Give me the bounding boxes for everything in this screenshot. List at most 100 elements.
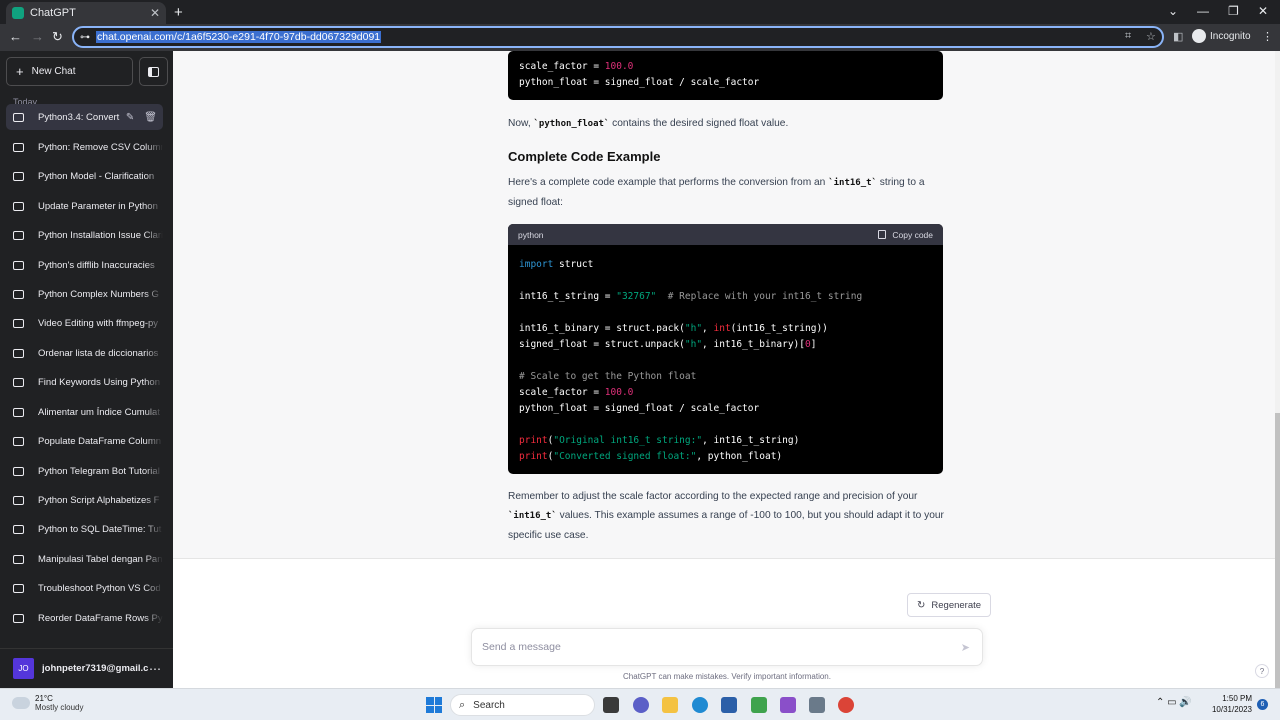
conversation-title: Troubleshoot Python VS Cod <box>38 582 161 594</box>
more-options-icon[interactable]: ⋯ <box>149 662 161 676</box>
chat-bubble-icon <box>13 613 24 623</box>
forward-icon[interactable]: → <box>31 29 44 44</box>
send-icon[interactable]: ➤ <box>961 641 970 654</box>
code-header: python Copy code <box>508 224 943 245</box>
edge-browser-icon[interactable] <box>692 697 708 713</box>
edit-icon[interactable]: ✎ <box>126 112 134 123</box>
new-chat-button[interactable]: + New Chat <box>6 57 133 86</box>
conversation-item[interactable]: Troubleshoot Python VS Cod <box>6 575 163 601</box>
code-line: print("Original int16_t string:", int16_… <box>519 435 799 446</box>
side-panel-icon[interactable]: ◧ <box>1173 30 1183 43</box>
clock[interactable]: 1:50 PM 10/31/2023 <box>1210 693 1252 715</box>
reload-icon[interactable]: ↻ <box>52 29 63 45</box>
file-explorer-icon[interactable] <box>662 697 678 713</box>
conversation-title: Python3.4: Convert int <box>38 111 122 123</box>
conversation-item[interactable]: Alimentar um Índice Cumulat <box>6 399 163 425</box>
conversation-title: Find Keywords Using Python <box>38 376 160 388</box>
notification-badge[interactable]: 6 <box>1257 699 1268 710</box>
conversation-item[interactable]: Python to SQL DateTime: Tut <box>6 516 163 542</box>
conversation-item[interactable]: Python: Remove CSV Column <box>6 134 163 160</box>
conversation-item[interactable]: Ordenar lista de diccionarios <box>6 340 163 366</box>
clipboard-icon <box>878 230 887 239</box>
conversation-title: Ordenar lista de diccionarios <box>38 347 159 359</box>
windows-taskbar: 21°C Mostly cloudy ⌕ Search ⌃ ▭ 🔊 1:50 P… <box>0 688 1280 720</box>
copy-code-button[interactable]: Copy code <box>878 230 933 240</box>
chat-bubble-icon <box>13 318 24 328</box>
bookmark-star-icon[interactable]: ☆ <box>1146 30 1156 43</box>
chat-main: scale_factor = 100.0 python_float = sign… <box>173 51 1280 688</box>
conversation-title: Manipulasi Tabel dengan Pan <box>38 553 163 565</box>
conversation-item[interactable]: Populate DataFrame Column <box>6 428 163 454</box>
code-string: "h" <box>684 339 703 350</box>
code-comment: # Replace with your int16_t string <box>656 291 863 302</box>
code-text: , int16_t_string) <box>702 435 800 446</box>
back-icon[interactable]: ← <box>9 29 22 44</box>
conversation-item[interactable]: Python Script Alphabetizes F <box>6 487 163 513</box>
extension-icon[interactable]: ⌗ <box>1125 30 1131 43</box>
minimize-button[interactable]: — <box>1197 4 1209 18</box>
tab-close-icon[interactable]: ✕ <box>150 6 160 20</box>
code-string: "Original int16_t string:" <box>553 435 703 446</box>
paragraph-text: values. This example assumes a range of … <box>508 510 944 541</box>
conversation-item[interactable]: Video Editing with ffmpeg-py <box>6 310 163 336</box>
browser-menu-icon[interactable]: ⋮ <box>1262 30 1273 43</box>
message-input[interactable] <box>482 641 961 653</box>
incognito-icon <box>1192 29 1206 43</box>
code-line: print("Converted signed float:", python_… <box>519 451 782 462</box>
conversation-item[interactable]: Reorder DataFrame Rows Py <box>6 605 163 631</box>
toggle-sidebar-button[interactable] <box>139 57 168 86</box>
conversation-title: Python Model - Clarification <box>38 170 155 182</box>
taskbar-search[interactable]: ⌕ Search <box>450 694 595 716</box>
conversation-title: Python Script Alphabetizes F <box>38 494 160 506</box>
code-line: # Scale to get the Python float <box>519 371 696 382</box>
code-builtin: int <box>713 323 731 334</box>
conversation-item[interactable]: Python Complex Numbers G <box>6 281 163 307</box>
incognito-label: Incognito <box>1210 30 1251 42</box>
incognito-indicator[interactable]: Incognito <box>1192 29 1251 43</box>
delete-icon[interactable]: 🗑 <box>144 112 157 123</box>
regenerate-button[interactable]: ↻ Regenerate <box>907 593 992 617</box>
tab-search-icon[interactable]: ⌄ <box>1168 4 1178 18</box>
conversation-item[interactable]: Python3.4: Convert int ✎ 🗑 <box>6 104 163 130</box>
store-icon[interactable] <box>721 697 737 713</box>
browser-tab-bar: ChatGPT ✕ + ⌄ — ❐ ✕ <box>0 0 1280 24</box>
chrome-icon[interactable] <box>838 697 854 713</box>
chat-app-icon[interactable] <box>633 697 649 713</box>
code-text: scale_factor = <box>519 387 605 398</box>
help-button[interactable]: ? <box>1255 664 1269 678</box>
app-icon[interactable] <box>780 697 796 713</box>
conversation-item[interactable]: Python's difflib Inaccuracies <box>6 252 163 278</box>
maximize-button[interactable]: ❐ <box>1228 4 1239 18</box>
browser-tab[interactable]: ChatGPT ✕ <box>6 2 166 24</box>
chat-bubble-icon <box>13 436 24 446</box>
code-block: scale_factor = 100.0 python_float = sign… <box>508 51 943 100</box>
close-window-button[interactable]: ✕ <box>1258 4 1268 18</box>
chat-bubble-icon <box>13 171 24 181</box>
chat-bubble-icon <box>13 583 24 593</box>
conversation-item[interactable]: Python Telegram Bot Tutorial <box>6 458 163 484</box>
excel-icon[interactable] <box>751 697 767 713</box>
conversation-item[interactable]: Update Parameter in Python <box>6 193 163 219</box>
code-number: 100.0 <box>604 387 634 398</box>
user-menu[interactable]: JO johnpeter7319@gmail.c ⋯ <box>0 648 173 688</box>
address-bar[interactable]: ⊶ chat.openai.com/c/1a6f5230-e291-4f70-9… <box>72 26 1164 48</box>
code-text: python_float = signed_float / scale_fact… <box>519 403 760 414</box>
chat-bubble-icon <box>13 377 24 387</box>
site-info-icon[interactable]: ⊶ <box>80 32 90 43</box>
url-text[interactable]: chat.openai.com/c/1a6f5230-e291-4f70-97d… <box>96 31 382 43</box>
system-tray[interactable]: ⌃ ▭ 🔊 <box>1156 697 1192 708</box>
weather-widget[interactable]: 21°C Mostly cloudy <box>12 694 83 712</box>
conversation-item[interactable]: Python Installation Issue Clari <box>6 222 163 248</box>
code-line: signed_float = struct.unpack("h", int16_… <box>519 339 816 350</box>
conversation-item[interactable]: Python Model - Clarification <box>6 163 163 189</box>
code-line: scale_factor = 100.0 <box>519 61 634 72</box>
start-button[interactable] <box>426 697 442 713</box>
app-icon[interactable] <box>809 697 825 713</box>
scrollbar-thumb[interactable] <box>1275 413 1280 688</box>
conversation-title: Python Telegram Bot Tutorial <box>38 465 160 477</box>
conversation-item[interactable]: Find Keywords Using Python <box>6 369 163 395</box>
new-tab-button[interactable]: + <box>174 4 183 21</box>
task-view-icon[interactable] <box>603 697 619 713</box>
conversation-item[interactable]: Manipulasi Tabel dengan Pan <box>6 546 163 572</box>
paragraph-text: Remember to adjust the scale factor acco… <box>508 491 918 502</box>
